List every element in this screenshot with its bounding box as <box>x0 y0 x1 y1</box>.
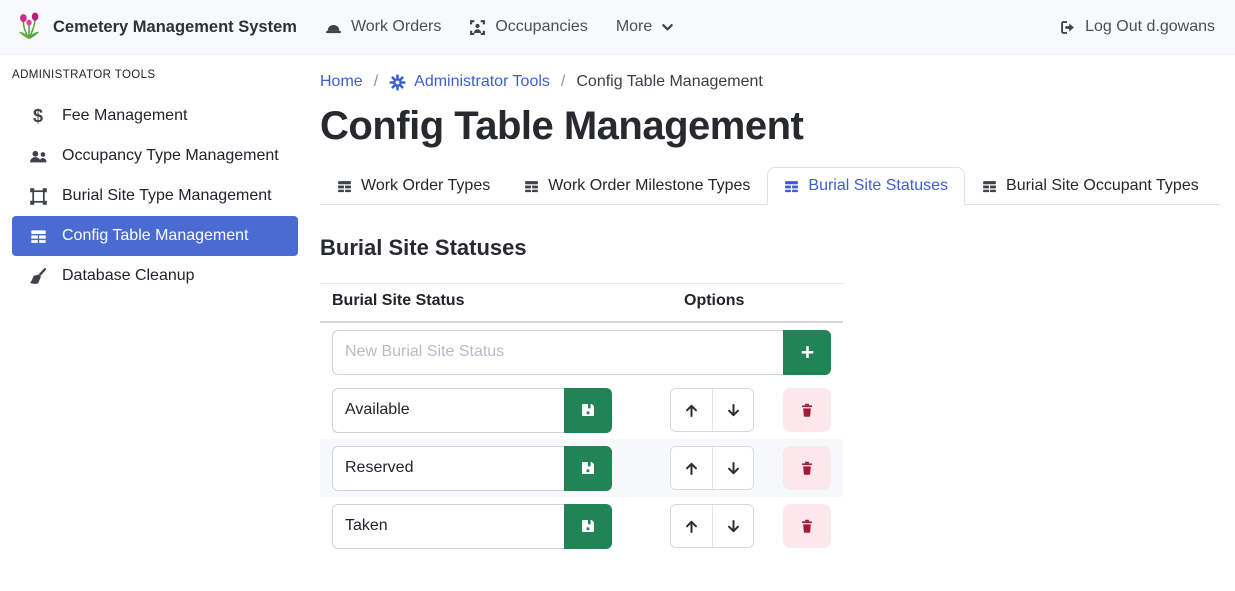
config-tabs: Work Order Types Work Order Milestone Ty… <box>320 167 1220 205</box>
page-title: Config Table Management <box>320 104 1220 149</box>
sidebar: Administrator Tools $ Fee Management Occ… <box>0 55 310 591</box>
arrow-up-icon <box>683 460 700 477</box>
sidebar-item-database-cleanup[interactable]: Database Cleanup <box>12 256 298 296</box>
vector-square-icon <box>27 188 49 205</box>
tab-label: Burial Site Statuses <box>808 177 948 195</box>
dollar-icon: $ <box>27 107 49 125</box>
reorder-button-group <box>670 504 754 548</box>
sidebar-item-fee-management[interactable]: $ Fee Management <box>12 96 298 136</box>
move-up-button[interactable] <box>671 447 712 489</box>
logout-label: Log Out d.gowans <box>1085 18 1215 36</box>
nav-more-dropdown[interactable]: More <box>602 10 688 44</box>
column-header-options: Options <box>624 284 843 323</box>
nav-occupancies-label: Occupancies <box>495 18 588 36</box>
logout-button[interactable]: Log Out d.gowans <box>1059 18 1215 36</box>
column-header-burial-site-status: Burial Site Status <box>320 284 624 323</box>
save-icon <box>580 518 596 534</box>
table-icon <box>337 179 352 194</box>
move-down-button[interactable] <box>712 389 753 431</box>
sidebar-heading: Administrator Tools <box>12 69 298 81</box>
save-status-button[interactable] <box>564 504 612 549</box>
sidebar-item-config-table-management[interactable]: Config Table Management <box>12 216 298 256</box>
trash-icon <box>799 402 815 418</box>
arrow-up-icon <box>683 518 700 535</box>
sidebar-item-occupancy-type-management[interactable]: Occupancy Type Management <box>12 136 298 176</box>
main-content: Home / Administrator Tools / Config Tabl… <box>310 55 1235 591</box>
logout-icon <box>1059 19 1076 36</box>
status-row-reserved <box>320 439 843 497</box>
gear-icon <box>389 74 406 91</box>
breadcrumb: Home / Administrator Tools / Config Tabl… <box>320 73 1220 91</box>
nav-occupancies[interactable]: Occupancies <box>455 10 602 44</box>
tab-work-order-milestone-types[interactable]: Work Order Milestone Types <box>507 167 767 205</box>
status-name-input[interactable] <box>332 504 564 549</box>
hard-hat-icon <box>325 19 342 36</box>
app-title: Cemetery Management System <box>53 18 297 37</box>
sidebar-item-label: Config Table Management <box>62 227 249 245</box>
trash-icon <box>799 518 815 534</box>
arrow-down-icon <box>725 402 742 419</box>
app-brand[interactable]: Cemetery Management System <box>14 12 297 42</box>
occupancy-icon <box>469 19 486 36</box>
new-status-row: + <box>320 322 843 381</box>
reorder-button-group <box>670 388 754 432</box>
broom-icon <box>27 267 49 285</box>
top-navbar: Cemetery Management System Work Orders O… <box>0 0 1235 55</box>
save-icon <box>580 402 596 418</box>
breadcrumb-home-label: Home <box>320 73 363 91</box>
burial-site-statuses-table: Burial Site Status Options + <box>320 283 843 555</box>
breadcrumb-home-link[interactable]: Home <box>320 73 363 91</box>
sidebar-item-label: Burial Site Type Management <box>62 187 272 205</box>
move-down-button[interactable] <box>712 505 753 547</box>
save-status-button[interactable] <box>564 388 612 433</box>
arrow-up-icon <box>683 402 700 419</box>
status-name-input[interactable] <box>332 388 564 433</box>
reorder-button-group <box>670 446 754 490</box>
breadcrumb-admin-tools-link[interactable]: Administrator Tools <box>389 73 550 91</box>
tab-label: Burial Site Occupant Types <box>1006 177 1199 195</box>
breadcrumb-current: Config Table Management <box>576 73 763 91</box>
tulip-logo-icon <box>14 12 44 42</box>
users-icon <box>27 148 49 165</box>
chevron-down-icon <box>661 21 674 34</box>
delete-status-button[interactable] <box>783 446 831 490</box>
delete-status-button[interactable] <box>783 504 831 548</box>
primary-nav: Work Orders Occupancies More <box>311 10 688 44</box>
nav-work-orders-label: Work Orders <box>351 18 441 36</box>
table-icon <box>784 179 799 194</box>
nav-work-orders[interactable]: Work Orders <box>311 10 455 44</box>
table-icon <box>982 179 997 194</box>
save-status-button[interactable] <box>564 446 612 491</box>
status-row-available <box>320 381 843 439</box>
arrow-down-icon <box>725 518 742 535</box>
plus-icon: + <box>801 341 814 364</box>
table-icon <box>27 228 49 245</box>
sidebar-item-label: Database Cleanup <box>62 267 195 285</box>
new-status-input[interactable] <box>332 330 783 375</box>
tab-work-order-types[interactable]: Work Order Types <box>320 167 507 205</box>
sidebar-item-label: Fee Management <box>62 107 187 125</box>
status-name-input[interactable] <box>332 446 564 491</box>
breadcrumb-admin-tools-label: Administrator Tools <box>414 73 550 91</box>
save-icon <box>580 460 596 476</box>
nav-more-label: More <box>616 18 652 36</box>
table-icon <box>524 179 539 194</box>
move-up-button[interactable] <box>671 389 712 431</box>
status-row-taken <box>320 497 843 555</box>
arrow-down-icon <box>725 460 742 477</box>
tab-label: Work Order Types <box>361 177 490 195</box>
move-down-button[interactable] <box>712 447 753 489</box>
sidebar-item-label: Occupancy Type Management <box>62 147 279 165</box>
breadcrumb-separator: / <box>374 73 378 91</box>
tab-burial-site-statuses[interactable]: Burial Site Statuses <box>767 167 965 205</box>
section-heading: Burial Site Statuses <box>320 235 1220 261</box>
trash-icon <box>799 460 815 476</box>
tab-burial-site-occupant-types[interactable]: Burial Site Occupant Types <box>965 167 1216 205</box>
breadcrumb-separator: / <box>561 73 565 91</box>
tab-label: Work Order Milestone Types <box>548 177 750 195</box>
sidebar-item-burial-site-type-management[interactable]: Burial Site Type Management <box>12 176 298 216</box>
move-up-button[interactable] <box>671 505 712 547</box>
delete-status-button[interactable] <box>783 388 831 432</box>
add-status-button[interactable]: + <box>783 330 831 375</box>
